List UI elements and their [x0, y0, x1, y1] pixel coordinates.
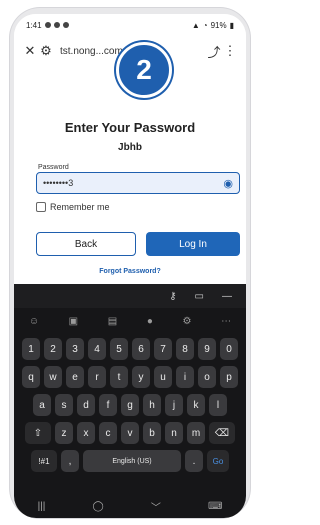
microphone-icon[interactable]: ● — [147, 316, 153, 327]
key[interactable]: l — [209, 394, 227, 416]
keyboard-row-bottom: !#1 , English (US) . Go — [14, 450, 246, 472]
key[interactable]: h — [143, 394, 161, 416]
text-edit-icon[interactable]: ▤ — [108, 316, 117, 327]
key[interactable]: o — [198, 366, 216, 388]
phone-screen: 1:41 ▲ ◔ 91% ▮ ✕ ⚙ tst.nong...com ⤴ ⋮ 2 … — [14, 14, 246, 518]
remember-label: Remember me — [50, 202, 110, 212]
keyboard-toolbar: ☺ ▣ ▤ ● ⚙ ⋯ — [14, 308, 246, 334]
key[interactable]: z — [55, 422, 73, 444]
page-title: Enter Your Password — [64, 120, 196, 135]
forgot-password-link[interactable]: Forgot Password? — [14, 268, 246, 275]
key[interactable]: 2 — [44, 338, 62, 360]
emoji-icon[interactable]: ☺ — [29, 316, 39, 327]
space-key[interactable]: English (US) — [83, 450, 181, 472]
symbols-key[interactable]: !#1 — [31, 450, 57, 472]
close-icon[interactable]: ✕ — [22, 43, 38, 59]
card-icon[interactable]: ▭ — [195, 291, 204, 302]
keyboard-row-asdf: a s d f g h j k l — [14, 394, 246, 416]
home-icon[interactable]: ◯ — [93, 501, 104, 512]
shift-key[interactable]: ⇧ — [25, 422, 51, 444]
key[interactable]: p — [220, 366, 238, 388]
keyboard-row-numbers: 1 2 3 4 5 6 7 8 9 0 — [14, 338, 246, 360]
collapse-icon[interactable]: — — [222, 291, 232, 302]
key[interactable]: v — [121, 422, 139, 444]
signal-icon: ▲ — [191, 20, 200, 30]
key[interactable]: 6 — [132, 338, 150, 360]
key[interactable]: u — [154, 366, 172, 388]
notification-icon — [53, 22, 60, 28]
battery-icon: ▮ — [229, 20, 234, 30]
key[interactable]: e — [66, 366, 84, 388]
key[interactable]: t — [110, 366, 128, 388]
remember-me[interactable]: Remember me — [36, 202, 110, 212]
keyboard-row-qwerty: q w e r t y u i o p — [14, 366, 246, 388]
step-badge: 2 — [116, 42, 172, 98]
clipboard-icon[interactable]: ▣ — [69, 316, 78, 327]
password-input[interactable] — [43, 178, 213, 188]
period-key[interactable]: . — [185, 450, 203, 472]
username-display: Jbhb — [118, 142, 142, 153]
key[interactable]: 9 — [198, 338, 216, 360]
status-time: 1:41 — [26, 20, 42, 30]
key[interactable]: b — [143, 422, 161, 444]
battery-level: 91% — [210, 20, 227, 30]
wifi-icon: ◔ — [202, 20, 208, 30]
password-label: Password — [38, 164, 69, 171]
back-button[interactable]: Back — [36, 232, 136, 256]
notification-icon — [62, 22, 69, 28]
back-nav-icon[interactable]: ﹀ — [151, 499, 161, 514]
key[interactable]: c — [99, 422, 117, 444]
key[interactable]: r — [88, 366, 106, 388]
more-options-icon[interactable]: ⋮ — [222, 43, 238, 59]
key[interactable]: n — [165, 422, 183, 444]
key[interactable]: 0 — [220, 338, 238, 360]
backspace-key[interactable]: ⌫ — [209, 422, 235, 444]
key[interactable]: q — [22, 366, 40, 388]
status-bar: 1:41 ▲ ◔ 91% ▮ — [14, 14, 246, 36]
settings-icon[interactable]: ⚙ — [183, 316, 192, 327]
key[interactable]: s — [55, 394, 73, 416]
key[interactable]: i — [176, 366, 194, 388]
key[interactable]: w — [44, 366, 62, 388]
key[interactable]: y — [132, 366, 150, 388]
notification-icon — [44, 22, 51, 28]
key[interactable]: 8 — [176, 338, 194, 360]
key[interactable]: k — [187, 394, 205, 416]
key[interactable]: a — [33, 394, 51, 416]
key[interactable]: g — [121, 394, 139, 416]
key-icon[interactable]: ⚷ — [169, 291, 176, 302]
go-key[interactable]: Go — [207, 450, 229, 472]
login-form: Enter Your Password Jbhb Password ◉ Reme… — [14, 66, 246, 284]
show-password-icon[interactable]: ◉ — [223, 177, 233, 190]
key[interactable]: 3 — [66, 338, 84, 360]
key[interactable]: 4 — [88, 338, 106, 360]
site-settings-icon[interactable]: ⚙ — [38, 43, 54, 59]
keyboard-row-zxcv: ⇧ z x c v b n m ⌫ — [14, 422, 246, 444]
share-icon[interactable]: ⤴ — [206, 42, 222, 61]
keyboard: ☺ ▣ ▤ ● ⚙ ⋯ 1 2 3 4 5 6 7 8 9 0 q w e r … — [14, 308, 246, 494]
more-icon[interactable]: ⋯ — [221, 316, 231, 327]
autofill-toolbar: ⚷ ▭ — — [14, 284, 246, 308]
key[interactable]: 5 — [110, 338, 128, 360]
key[interactable]: 7 — [154, 338, 172, 360]
login-button[interactable]: Log In — [146, 232, 240, 256]
key[interactable]: m — [187, 422, 205, 444]
recent-apps-icon[interactable]: ||| — [38, 501, 46, 512]
remember-checkbox[interactable] — [36, 202, 46, 212]
key[interactable]: d — [77, 394, 95, 416]
key[interactable]: 1 — [22, 338, 40, 360]
password-field[interactable]: ◉ — [36, 172, 240, 194]
comma-key[interactable]: , — [61, 450, 79, 472]
key[interactable]: f — [99, 394, 117, 416]
key[interactable]: j — [165, 394, 183, 416]
keyboard-switch-icon[interactable]: ⌨ — [208, 501, 222, 512]
android-navbar: ||| ◯ ﹀ ⌨ — [14, 494, 246, 518]
key[interactable]: x — [77, 422, 95, 444]
